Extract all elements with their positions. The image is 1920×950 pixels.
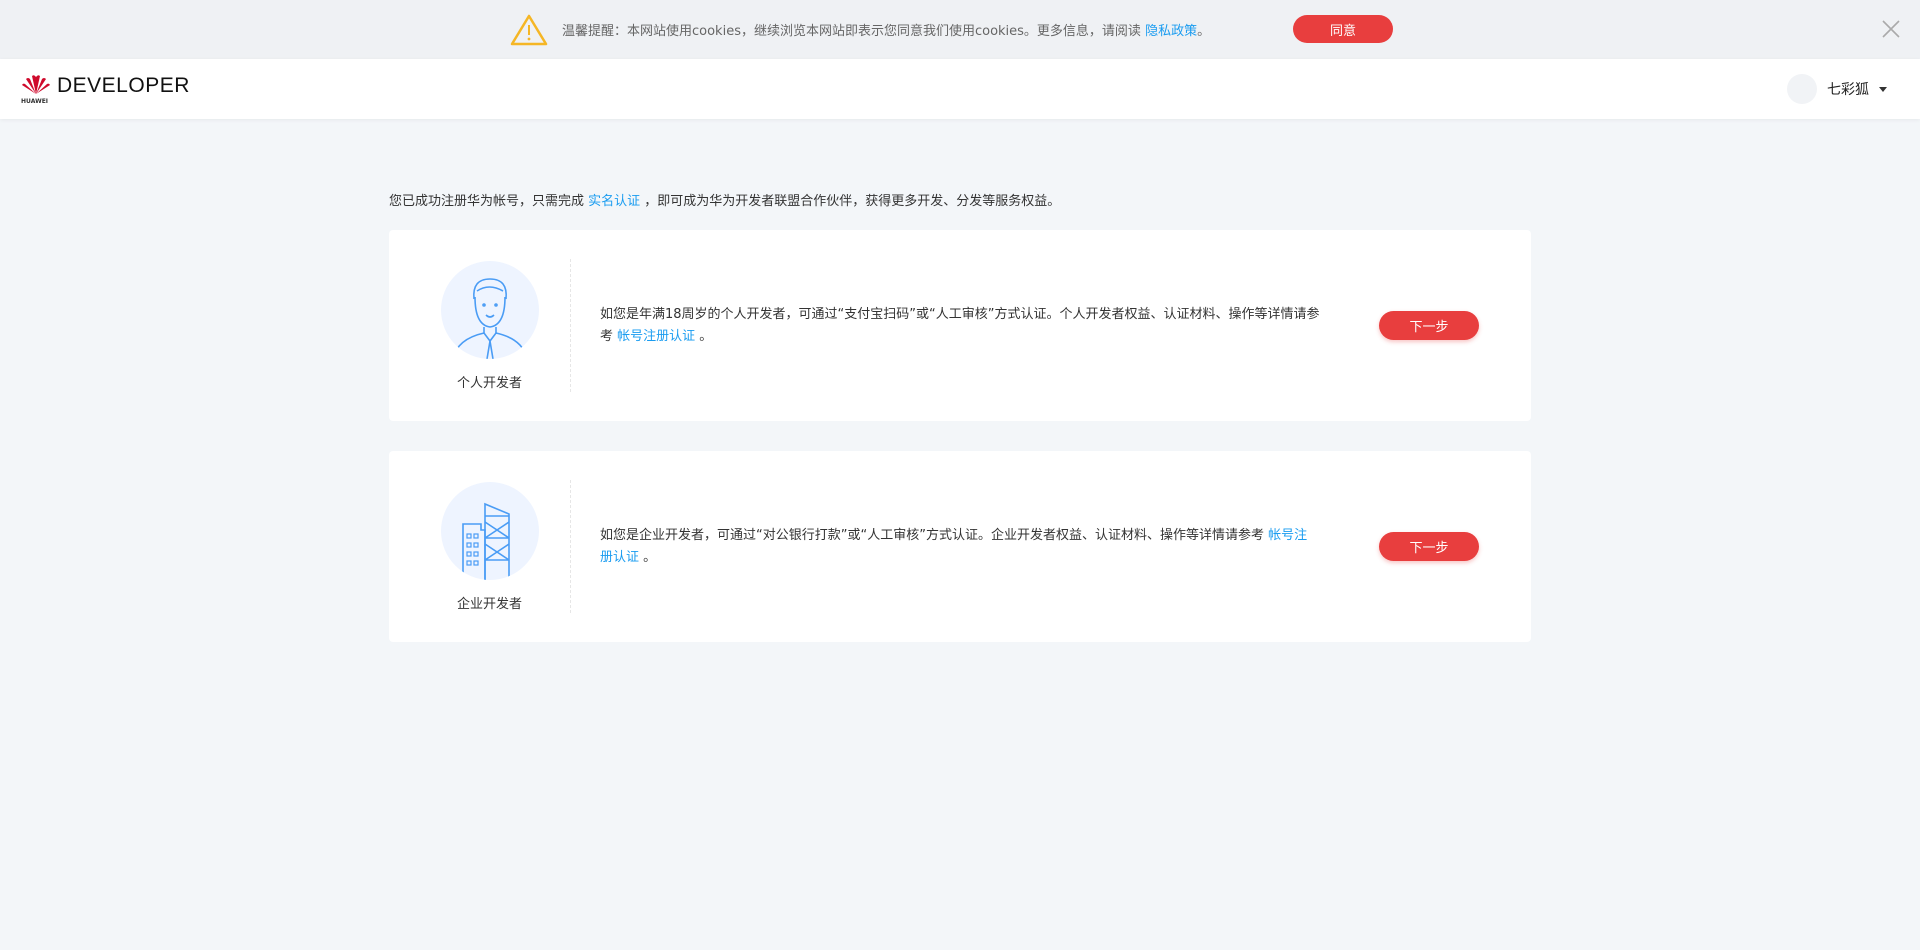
card-title: 个人开发者 bbox=[456, 376, 522, 391]
warning-icon bbox=[510, 14, 548, 46]
next-button[interactable]: 下一步 bbox=[1379, 532, 1479, 561]
cookie-text: 温馨提醒：本网站使用cookies，继续浏览本网站即表示您同意我们使用cooki… bbox=[562, 24, 1146, 39]
top-header: HUAWEI DEVELOPER 七彩狐 bbox=[0, 59, 1920, 119]
brand-name: DEVELOPER bbox=[57, 74, 190, 97]
username[interactable]: 七彩狐 bbox=[1827, 79, 1869, 99]
cookie-suffix: 。 bbox=[1197, 24, 1211, 39]
account-registration-link[interactable]: 帐号注册认证 bbox=[617, 329, 695, 344]
divider bbox=[570, 480, 571, 613]
divider bbox=[570, 259, 571, 392]
intro-prefix: 您已成功注册华为帐号，只需完成 bbox=[389, 194, 589, 209]
desc-suffix: 。 bbox=[639, 550, 657, 565]
next-button[interactable]: 下一步 bbox=[1379, 311, 1479, 340]
individual-developer-icon bbox=[441, 261, 539, 359]
close-icon[interactable] bbox=[1880, 18, 1902, 40]
card-description: 如您是企业开发者，可通过“对公银行打款”或“人工审核”方式认证。企业开发者权益、… bbox=[600, 525, 1320, 569]
intro-suffix: ，即可成为华为开发者联盟合作伙伴，获得更多开发、分发等服务权益。 bbox=[640, 194, 1061, 209]
card-description: 如您是年满18周岁的个人开发者，可通过“支付宝扫码”或“人工审核”方式认证。个人… bbox=[600, 304, 1320, 348]
desc-suffix: 。 bbox=[695, 329, 713, 344]
user-menu[interactable]: 七彩狐 bbox=[1787, 74, 1887, 104]
enterprise-building-icon bbox=[441, 482, 539, 580]
privacy-policy-link[interactable]: 隐私政策 bbox=[1145, 24, 1197, 39]
intro-text: 您已成功注册华为帐号，只需完成 实名认证 ，即可成为华为开发者联盟合作伙伴，获得… bbox=[389, 190, 1060, 209]
cookie-message: 温馨提醒：本网站使用cookies，继续浏览本网站即表示您同意我们使用cooki… bbox=[562, 20, 1210, 39]
desc-text: 如您是企业开发者，可通过“对公银行打款”或“人工审核”方式认证。企业开发者权益、… bbox=[600, 528, 1269, 543]
huawei-logo-icon bbox=[22, 75, 50, 94]
cookie-banner: 温馨提醒：本网站使用cookies，继续浏览本网站即表示您同意我们使用cooki… bbox=[0, 0, 1920, 59]
agree-button[interactable]: 同意 bbox=[1293, 15, 1393, 43]
brand-small: HUAWEI bbox=[21, 98, 49, 105]
card-title: 企业开发者 bbox=[456, 597, 522, 612]
real-name-auth-link[interactable]: 实名认证 bbox=[588, 194, 640, 209]
caret-down-icon[interactable] bbox=[1879, 86, 1887, 92]
huawei-developer-logo[interactable]: HUAWEI DEVELOPER bbox=[21, 74, 190, 105]
enterprise-developer-card: 企业开发者 如您是企业开发者，可通过“对公银行打款”或“人工审核”方式认证。企业… bbox=[389, 451, 1531, 642]
individual-developer-card: 个人开发者 如您是年满18周岁的个人开发者，可通过“支付宝扫码”或“人工审核”方… bbox=[389, 230, 1531, 421]
avatar[interactable] bbox=[1787, 74, 1817, 104]
